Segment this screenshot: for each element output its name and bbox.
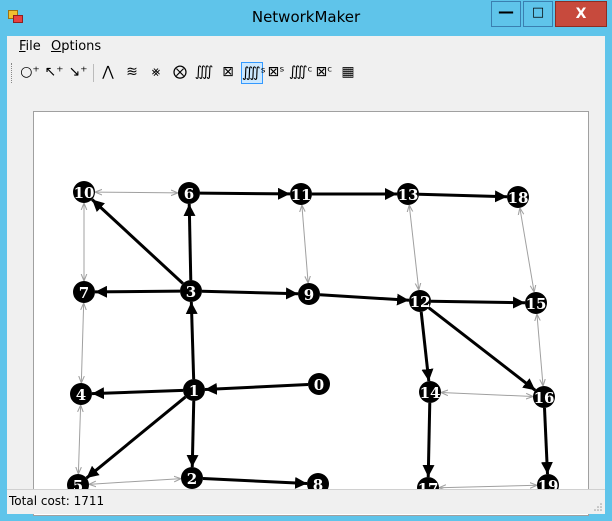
node-label: 18 <box>508 189 529 207</box>
menu-file[interactable]: File <box>19 39 41 54</box>
link-7-4[interactable] <box>81 303 83 383</box>
shortest-path-c-icon[interactable]: ⨌ᶜ <box>289 62 313 84</box>
toolbar-grip[interactable] <box>11 63 15 83</box>
node-13[interactable]: 13 <box>397 183 419 205</box>
minimize-button[interactable]: — <box>491 1 521 27</box>
toolbar: ○⁺ ↖⁺ ↘⁺ ⋀ ≋ ⨳ ⨂ ⨌ ⊠ ⨌ˢ ⊠ˢ ⨌ᶜ ⊠ᶜ ▦ <box>7 59 605 87</box>
network-canvas[interactable]: 012345678910111213141516171819 <box>33 111 589 516</box>
node-label: 6 <box>184 185 194 203</box>
node-3[interactable]: 3 <box>180 280 202 302</box>
link-12-14[interactable] <box>419 311 434 382</box>
cost-network-icon[interactable]: ⊠ <box>217 62 239 84</box>
node-label: 9 <box>304 286 314 304</box>
node-4[interactable]: 4 <box>70 383 92 405</box>
client-area: File Options ○⁺ ↖⁺ ↘⁺ ⋀ ≋ ⨳ ⨂ ⨌ ⊠ ⨌ˢ ⊠ˢ ⨌ᶜ ⊠ᶜ ▦ 01234… <box>7 36 605 516</box>
path-tree-icon[interactable]: ⨌ <box>193 62 215 84</box>
node-label: 10 <box>74 184 95 202</box>
node-7[interactable]: 7 <box>73 281 95 303</box>
link-3-7[interactable] <box>94 285 181 298</box>
toolbar-separator <box>93 64 94 82</box>
node-label: 2 <box>187 470 197 488</box>
node-14[interactable]: 14 <box>419 381 441 403</box>
node-0[interactable]: 0 <box>308 373 330 395</box>
add-link-tool-icon[interactable]: ↖⁺ <box>43 62 65 84</box>
link-0-1[interactable] <box>204 382 309 395</box>
node-label: 16 <box>534 389 555 407</box>
link-3-6[interactable] <box>183 203 196 281</box>
menu-options[interactable]: Options <box>51 39 101 54</box>
tree-network-icon[interactable]: ⨂ <box>169 62 191 84</box>
grid-icon[interactable]: ▦ <box>337 62 359 84</box>
link-6-11[interactable] <box>199 187 291 200</box>
node-6[interactable]: 6 <box>178 182 200 204</box>
link-13-18[interactable] <box>418 190 508 203</box>
link-12-16[interactable] <box>427 306 537 392</box>
link-16-19[interactable] <box>540 407 553 475</box>
add-node-tool-icon[interactable]: ○⁺ <box>19 62 41 84</box>
node-label: 7 <box>79 284 89 302</box>
link-16-14[interactable] <box>441 392 533 396</box>
node-label: 3 <box>186 283 196 301</box>
node-label: 0 <box>314 376 324 394</box>
link-9-12[interactable] <box>319 293 410 306</box>
shortest-path-tree-c-icon[interactable]: ⊠ᶜ <box>313 62 335 84</box>
link-1-2[interactable] <box>186 400 199 468</box>
menu-bar: File Options <box>7 36 605 58</box>
close-button[interactable]: X <box>555 1 607 27</box>
maximize-button[interactable]: □ <box>523 1 553 27</box>
title-bar[interactable]: NetworkMaker — □ X <box>0 0 612 36</box>
total-cost-label: Total cost: 1711 <box>9 494 105 508</box>
node-label: 11 <box>291 186 312 204</box>
grid-network-icon[interactable]: ⋀ <box>97 62 119 84</box>
node-label: 1 <box>189 382 199 400</box>
link-4-5[interactable] <box>78 405 80 474</box>
link-5-2[interactable] <box>89 479 181 485</box>
node-9[interactable]: 9 <box>298 283 320 305</box>
link-12-15[interactable] <box>430 296 526 309</box>
link-13-12[interactable] <box>409 205 419 290</box>
node-label: 15 <box>526 295 547 313</box>
link-3-10[interactable] <box>91 198 184 285</box>
node-1[interactable]: 1 <box>183 379 205 401</box>
node-label: 14 <box>420 384 441 402</box>
node-16[interactable]: 16 <box>533 386 555 408</box>
link-15-16[interactable] <box>537 314 543 386</box>
network-graph[interactable]: 012345678910111213141516171819 <box>34 112 588 515</box>
resize-grip-icon[interactable] <box>593 502 603 512</box>
link-1-3[interactable] <box>185 301 198 380</box>
link-17-19[interactable] <box>439 485 537 487</box>
node-10[interactable]: 10 <box>73 181 95 203</box>
link-14-17[interactable] <box>422 402 435 478</box>
node-18[interactable]: 18 <box>507 186 529 208</box>
link-1-5[interactable] <box>85 395 187 480</box>
spread-network-icon[interactable]: ≋ <box>121 62 143 84</box>
link-3-9[interactable] <box>201 287 299 300</box>
link-10-6[interactable] <box>95 192 178 193</box>
link-2-8[interactable] <box>202 476 308 489</box>
node-15[interactable]: 15 <box>525 292 547 314</box>
app-window: NetworkMaker — □ X File Options ○⁺ ↖⁺ ↘⁺ ⋀ ≋… <box>0 0 612 521</box>
node-11[interactable]: 11 <box>290 183 312 205</box>
node-label: 12 <box>410 293 431 311</box>
node-2[interactable]: 2 <box>181 467 203 489</box>
random-network-icon[interactable]: ⨳ <box>145 62 167 84</box>
node-label: 13 <box>398 186 419 204</box>
node-12[interactable]: 12 <box>409 290 431 312</box>
add-two-way-link-tool-icon[interactable]: ↘⁺ <box>67 62 89 84</box>
link-1-4[interactable] <box>91 387 184 400</box>
link-18-15[interactable] <box>520 208 534 292</box>
shortest-path-tree-s-icon[interactable]: ⊠ˢ <box>265 62 287 84</box>
node-label: 4 <box>76 386 86 404</box>
link-11-9[interactable] <box>302 205 308 283</box>
status-bar: Total cost: 1711 <box>7 489 605 514</box>
shortest-path-s-icon[interactable]: ⨌ˢ <box>241 62 266 84</box>
